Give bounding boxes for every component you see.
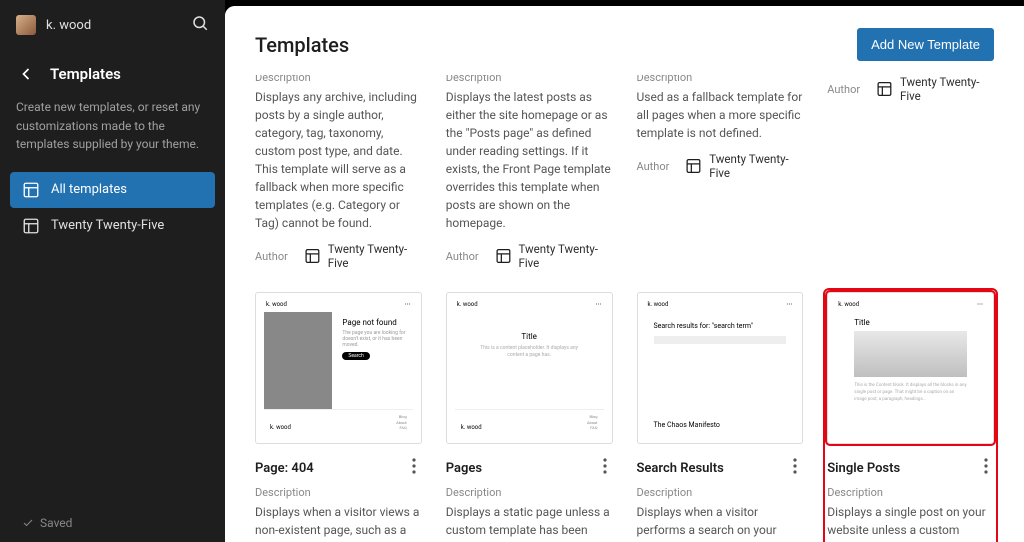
layout-icon: [22, 217, 40, 235]
card-description: Displays when a visitor performs a searc…: [637, 503, 804, 542]
card-title: Search Results: [637, 461, 724, 476]
back-button[interactable]: Templates: [16, 64, 209, 84]
template-preview[interactable]: k. wood⋯TitleThis is the Content block. …: [827, 292, 994, 444]
sidebar-item-label: Twenty Twenty-Five: [51, 218, 164, 233]
card-title: Page: 404: [255, 461, 314, 476]
template-card: k. wood⋯Search results for: "search term…: [637, 292, 804, 542]
template-grid: Description Displays any archive, includ…: [225, 75, 1024, 542]
user-block[interactable]: k. wood: [16, 15, 91, 35]
kebab-icon[interactable]: [406, 456, 422, 480]
template-card: k. wood⋯TitleThis is the Content block. …: [827, 292, 994, 542]
saved-indicator: Saved: [0, 504, 225, 542]
author-row: Author Twenty Twenty-Five: [637, 152, 804, 180]
card-description: Displays a single post on your website u…: [827, 503, 994, 542]
author-label: Author: [446, 250, 479, 263]
layout-icon: [22, 181, 40, 199]
template-card: k. wood⋯TitleThis is a content placehold…: [446, 292, 613, 542]
author-label: Author: [255, 250, 288, 263]
add-new-template-button[interactable]: Add New Template: [857, 28, 994, 61]
theme-chip[interactable]: Twenty Twenty-Five: [685, 152, 803, 180]
template-preview[interactable]: k. wood⋯TitleThis is a content placehold…: [446, 292, 613, 444]
template-card: k. wood⋯Page not foundThe page you are l…: [255, 292, 422, 542]
template-card: Author Twenty Twenty-Five: [827, 75, 994, 270]
card-title: Pages: [446, 461, 482, 476]
search-icon[interactable]: [191, 14, 209, 36]
card-description: Displays any archive, including posts by…: [255, 88, 422, 232]
kebab-icon[interactable]: [978, 456, 994, 480]
template-preview[interactable]: k. wood⋯Search results for: "search term…: [637, 292, 804, 444]
kebab-icon[interactable]: [787, 456, 803, 480]
sidebar-title: Templates: [50, 65, 121, 83]
template-preview[interactable]: k. wood⋯Page not foundThe page you are l…: [255, 292, 422, 444]
template-card: Description Used as a fallback template …: [637, 75, 804, 270]
author-row: Author Twenty Twenty-Five: [446, 242, 613, 270]
layout-icon: [495, 247, 512, 265]
author-label: Author: [827, 83, 860, 96]
main-content: Templates Add New Template Description D…: [225, 6, 1024, 542]
description-label: Description: [446, 486, 613, 499]
check-icon: [22, 517, 34, 529]
theme-chip[interactable]: Twenty Twenty-Five: [304, 242, 422, 270]
sidebar-item-label: All templates: [51, 182, 127, 197]
layout-icon: [304, 247, 321, 265]
kebab-icon[interactable]: [597, 456, 613, 480]
sidebar-item-theme[interactable]: Twenty Twenty-Five: [10, 208, 215, 244]
theme-chip[interactable]: Twenty Twenty-Five: [495, 242, 613, 270]
card-description: Displays when a visitor views a non-exis…: [255, 503, 422, 542]
author-label: Author: [637, 160, 670, 173]
theme-chip[interactable]: Twenty Twenty-Five: [876, 75, 994, 103]
main-header: Templates Add New Template: [225, 6, 1024, 75]
sidebar-header: k. wood: [0, 0, 225, 46]
author-row: Author Twenty Twenty-Five: [255, 242, 422, 270]
template-card: Description Displays any archive, includ…: [255, 75, 422, 270]
card-title: Single Posts: [827, 461, 900, 476]
description-label: Description: [637, 486, 804, 499]
layout-icon: [876, 80, 893, 98]
layout-icon: [685, 157, 702, 175]
sidebar: k. wood Templates Create new templates, …: [0, 0, 225, 542]
sidebar-item-all-templates[interactable]: All templates: [10, 172, 215, 208]
description-label: Description: [255, 486, 422, 499]
card-description: Displays a static page unless a custom t…: [446, 503, 613, 542]
sidebar-description: Create new templates, or reset any custo…: [16, 98, 209, 154]
avatar: [16, 15, 36, 35]
author-row: Author Twenty Twenty-Five: [827, 75, 994, 103]
username: k. wood: [46, 18, 91, 33]
page-title: Templates: [255, 33, 349, 57]
description-label: Description: [827, 486, 994, 499]
card-description: Displays the latest posts as either the …: [446, 88, 613, 232]
card-description: Used as a fallback template for all page…: [637, 88, 804, 142]
template-card: Description Displays the latest posts as…: [446, 75, 613, 270]
sidebar-nav: All templates Twenty Twenty-Five: [0, 172, 225, 244]
